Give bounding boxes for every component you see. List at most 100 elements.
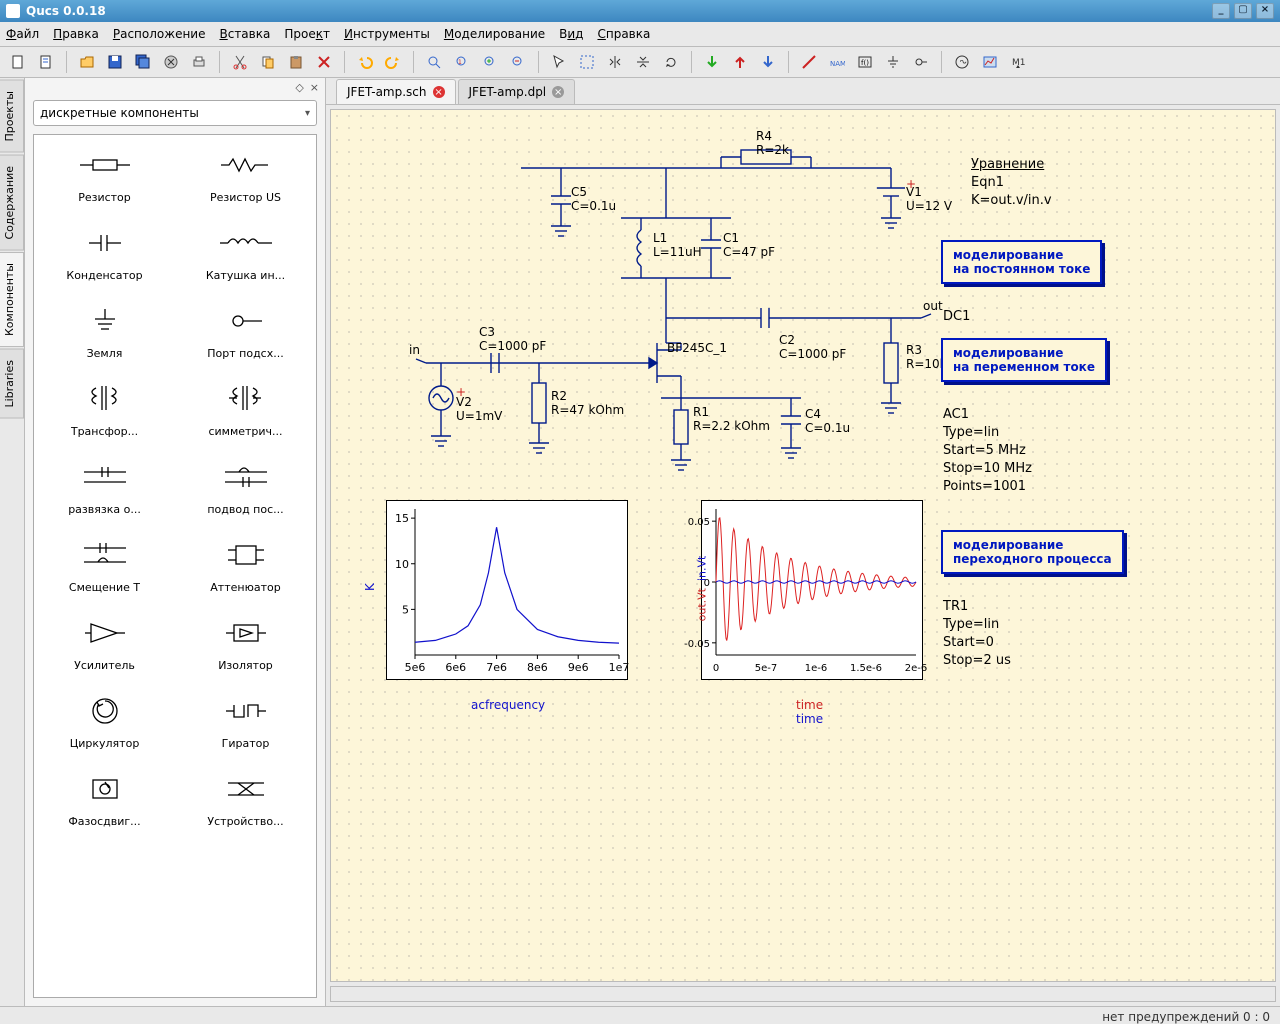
component-item[interactable]: симметрич... [175,369,316,447]
wire-label-icon[interactable]: NAME [825,50,849,74]
ac-plot[interactable]: 510155e66e67e68e69e61e7 [386,500,628,680]
zoom-fit-icon[interactable] [422,50,446,74]
minimize-button[interactable]: _ [1212,3,1230,19]
ground-icon[interactable] [881,50,905,74]
component-item[interactable]: Циркулятор [34,681,175,759]
component-item[interactable]: Трансфор... [34,369,175,447]
dc-sim-box[interactable]: моделированиена постоянном токе [941,240,1102,284]
maximize-button[interactable]: ▢ [1234,3,1252,19]
tr-sim-box[interactable]: моделированиепереходного процесса [941,530,1124,574]
mirror-v-icon[interactable] [631,50,655,74]
close-icon[interactable] [159,50,183,74]
copy-icon[interactable] [256,50,280,74]
zoom-100-icon[interactable]: 1 [450,50,474,74]
view-data-icon[interactable] [978,50,1002,74]
component-item[interactable]: Фазосдвиг... [34,759,175,837]
menu-layout[interactable]: Расположение [113,27,206,41]
sidetab-components[interactable]: Компоненты [0,252,24,347]
paste-icon[interactable] [284,50,308,74]
sidetab-projects[interactable]: Проекты [0,80,24,153]
component-category-dropdown[interactable]: дискретные компоненты ▾ [33,100,317,126]
tab-close-icon[interactable]: × [433,86,445,98]
component-item[interactable]: Земля [34,291,175,369]
panel-close-icon[interactable]: × [310,81,319,94]
component-item[interactable]: Конденсатор [34,213,175,291]
component-symbol-icon [83,613,127,653]
menu-simulation[interactable]: Моделирование [444,27,545,41]
schematic-canvas[interactable]: R4 R=2k + V1 U=12 V C5 C=0.1u L1 L=11uH … [330,109,1276,982]
component-item[interactable]: Устройство... [175,759,316,837]
component-item[interactable]: Гиратор [175,681,316,759]
zoom-out-icon[interactable] [506,50,530,74]
pointer-icon[interactable] [547,50,571,74]
component-label: Резистор [78,191,131,204]
redo-icon[interactable] [381,50,405,74]
out-hier-icon[interactable] [728,50,752,74]
component-item[interactable]: Порт подсх... [175,291,316,369]
equation-icon[interactable]: f() [853,50,877,74]
component-label: Конденсатор [66,269,142,282]
component-list[interactable]: Резистор Резистор US Конденсатор Катушка ин… [33,134,317,998]
tab-close-icon[interactable]: × [552,86,564,98]
undo-icon[interactable] [353,50,377,74]
save-all-icon[interactable] [131,50,155,74]
component-item[interactable]: Катушка ин... [175,213,316,291]
port-icon[interactable] [909,50,933,74]
wire-icon[interactable] [797,50,821,74]
component-item[interactable]: Изолятор [175,603,316,681]
menu-help[interactable]: Справка [597,27,650,41]
component-item[interactable]: Усилитель [34,603,175,681]
horizontal-scrollbar[interactable] [330,986,1276,1002]
component-item[interactable]: Аттенюатор [175,525,316,603]
chevron-down-icon: ▾ [305,108,310,119]
marker-icon[interactable]: M1 [1006,50,1030,74]
close-window-button[interactable]: × [1256,3,1274,19]
svg-text:1e-6: 1e-6 [805,663,828,674]
zoom-in-icon[interactable] [478,50,502,74]
save-icon[interactable] [103,50,127,74]
tab-display[interactable]: JFET-amp.dpl × [458,79,576,104]
svg-text:9e6: 9e6 [568,661,589,674]
panel-undock-icon[interactable]: ◇ [295,81,303,94]
simulate-icon[interactable] [950,50,974,74]
svg-text:15: 15 [395,512,409,525]
open-icon[interactable] [75,50,99,74]
plot1-xlabel: acfrequency [471,698,545,712]
svg-text:R=47 kOhm: R=47 kOhm [551,403,624,417]
component-label: Катушка ин... [206,269,285,282]
mirror-h-icon[interactable] [603,50,627,74]
svg-text:R=2.2 kOhm: R=2.2 kOhm [693,419,770,433]
sidetab-libraries[interactable]: Libraries [0,349,24,419]
sidetab-content[interactable]: Содержание [0,155,24,251]
component-item[interactable]: Смещение T [34,525,175,603]
svg-text:0: 0 [713,663,719,674]
new-icon[interactable] [6,50,30,74]
select-area-icon[interactable] [575,50,599,74]
menu-file[interactable]: Файл [6,27,39,41]
rotate-icon[interactable] [659,50,683,74]
delete-icon[interactable] [312,50,336,74]
menu-project[interactable]: Проект [284,27,330,41]
menu-edit[interactable]: Правка [53,27,99,41]
print-icon[interactable] [187,50,211,74]
component-symbol-icon [75,145,135,185]
ac-sim-box[interactable]: моделированиена переменном токе [941,338,1107,382]
svg-text:C=1000 pF: C=1000 pF [479,339,546,353]
into-hier-icon[interactable] [700,50,724,74]
new-text-icon[interactable] [34,50,58,74]
transient-plot[interactable]: 05e-71e-61.5e-62e-6-0.0500.05 [701,500,923,680]
component-item[interactable]: развязка о... [34,447,175,525]
menu-insert[interactable]: Вставка [219,27,270,41]
component-item[interactable]: Резистор US [175,135,316,213]
menu-tools[interactable]: Инструменты [344,27,430,41]
component-item[interactable]: подвод пос... [175,447,316,525]
svg-text:5e6: 5e6 [405,661,426,674]
dc-sim-params: DC1 [943,308,970,326]
menu-view[interactable]: Вид [559,27,583,41]
cut-icon[interactable] [228,50,252,74]
component-item[interactable]: Резистор [34,135,175,213]
svg-text:BF245C_1: BF245C_1 [667,341,727,355]
deactivate-icon[interactable] [756,50,780,74]
svg-text:C4: C4 [805,407,821,421]
tab-schematic[interactable]: JFET-amp.sch × [336,79,456,104]
